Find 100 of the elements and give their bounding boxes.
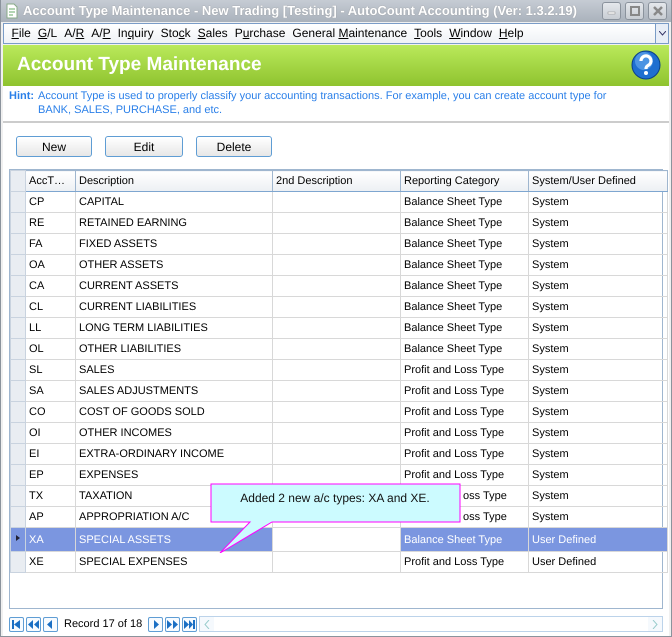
last-record-button[interactable] <box>182 616 198 632</box>
scroll-right-icon <box>652 620 658 628</box>
table-cell: OTHER INCOMES <box>76 422 272 444</box>
row-indicator[interactable] <box>10 528 26 552</box>
table-cell: COST OF GOODS SOLD <box>76 402 272 422</box>
menu-item[interactable]: Help <box>495 26 528 40</box>
menu-item[interactable]: File <box>8 26 34 40</box>
table-cell: XE <box>26 552 76 572</box>
table-cell: EP <box>26 464 76 486</box>
table-cell: Balance Sheet Type <box>400 338 528 360</box>
hint-text: Account Type is used to properly classify your accounting transactions. For example, you can create account type for BANK, SALES, PURCHASE, and etc. <box>38 89 608 117</box>
table-cell: OTHER LIABILITIES <box>76 338 272 360</box>
menu-item[interactable]: Window <box>446 26 496 40</box>
table-cell: EXTRA-ORDINARY INCOME <box>76 444 272 464</box>
window-title: Account Type Maintenance - New Trading [Testing] - AutoCount Accounting (Ver: 1.3.2.19) <box>23 3 578 18</box>
table-cell: LL <box>26 318 76 338</box>
table-cell: FIXED ASSETS <box>76 234 272 254</box>
table-cell: Balance Sheet Type <box>400 528 528 552</box>
menu-item[interactable]: Purchase <box>231 26 289 40</box>
table-cell: Balance Sheet Type <box>400 212 528 234</box>
first-record-button[interactable] <box>9 616 24 632</box>
horizontal-scrollbar[interactable] <box>199 616 663 632</box>
table-cell: SPECIAL ASSETS <box>76 528 272 552</box>
table-cell: System <box>528 318 668 338</box>
table-cell: RETAINED EARNING <box>76 212 272 234</box>
column-header[interactable]: 2nd Description <box>272 170 400 192</box>
arrow-icon <box>28 620 39 628</box>
table-cell: XA <box>26 528 76 552</box>
toolbar-button[interactable]: Edit <box>105 136 183 157</box>
caret-icon <box>658 30 666 36</box>
table-cell: SA <box>26 380 76 402</box>
table-cell: CAPITAL <box>76 192 272 212</box>
menu-item[interactable]: G/L <box>34 26 61 40</box>
column-header[interactable]: Reporting Category <box>400 170 528 192</box>
overflow-dropdown-button[interactable] <box>655 24 668 43</box>
table-cell: System <box>528 192 668 212</box>
menu-item[interactable]: Sales <box>194 26 232 40</box>
minimize-button[interactable] <box>602 2 621 20</box>
arrow-icon <box>167 620 178 628</box>
menu-item[interactable]: Tools <box>410 26 446 40</box>
table-cell: CURRENT ASSETS <box>76 276 272 296</box>
table-cell: System <box>528 444 668 464</box>
menu-item[interactable]: Stock <box>157 26 194 40</box>
table-cell: User Defined <box>528 528 668 552</box>
maximize-button[interactable] <box>625 2 644 20</box>
menu-item[interactable]: Inquiry <box>114 26 158 40</box>
table-cell: Balance Sheet Type <box>400 318 528 338</box>
hint-label: Hint: <box>9 89 34 104</box>
help-icon[interactable] <box>631 50 661 80</box>
close-icon <box>652 6 662 16</box>
table-cell: Profit and Loss Type <box>400 360 528 380</box>
table-cell: OI <box>26 422 76 444</box>
table-cell: System <box>528 380 668 402</box>
table-cell: Profit and Loss Type <box>400 422 528 444</box>
table-cell: Balance Sheet Type <box>400 192 528 212</box>
toolbar-button[interactable]: Delete <box>196 136 272 157</box>
table-cell: System <box>528 486 668 506</box>
table-cell: RE <box>26 212 76 234</box>
table-cell: Profit and Loss Type <box>400 380 528 402</box>
menu-item[interactable]: A/P <box>88 26 114 40</box>
toolbar-button[interactable]: New <box>16 136 92 157</box>
table-cell: Profit and Loss Type <box>400 552 528 572</box>
table-cell: System <box>528 254 668 276</box>
previous-record-button[interactable] <box>43 616 58 632</box>
maximize-icon <box>630 6 640 16</box>
table-cell: SPECIAL EXPENSES <box>76 552 272 572</box>
table-cell: SALES ADJUSTMENTS <box>76 380 272 402</box>
scroll-left-icon <box>204 620 210 628</box>
row-header-cell <box>10 170 26 192</box>
table-cell: System <box>528 402 668 422</box>
table-cell: SALES <box>76 360 272 380</box>
table-cell: EI <box>26 444 76 464</box>
table-cell: TX <box>26 486 76 506</box>
table-cell: System <box>528 422 668 444</box>
table-cell: LONG TERM LIABILITIES <box>76 318 272 338</box>
table-cell: OL <box>26 338 76 360</box>
table-cell: SL <box>26 360 76 380</box>
column-header[interactable]: AccT… <box>26 170 76 192</box>
menu-item[interactable]: General Maintenance <box>288 26 411 40</box>
column-header[interactable]: System/User Defined <box>528 170 668 192</box>
table-cell: CURRENT LIABILITIES <box>76 296 272 318</box>
arrow-icon <box>184 620 196 628</box>
table-cell: Balance Sheet Type <box>400 234 528 254</box>
table-cell: CO <box>26 402 76 422</box>
table-cell: User Defined <box>528 552 668 572</box>
column-header[interactable]: Description <box>76 170 272 192</box>
table-cell: System <box>528 338 668 360</box>
table-cell: OA <box>26 254 76 276</box>
next-page-button[interactable] <box>165 616 180 632</box>
table-cell: System <box>528 276 668 296</box>
menu-item[interactable]: A/R <box>60 26 88 40</box>
table-cell: Profit and Loss Type <box>400 444 528 464</box>
table-cell: Balance Sheet Type <box>400 296 528 318</box>
table-cell: Balance Sheet Type <box>400 276 528 296</box>
table-cell: OTHER ASSETS <box>76 254 272 276</box>
document-icon <box>5 2 19 19</box>
previous-page-button[interactable] <box>26 616 41 632</box>
next-record-button[interactable] <box>148 616 164 632</box>
table-cell: FA <box>26 234 76 254</box>
table-cell: CP <box>26 192 76 212</box>
